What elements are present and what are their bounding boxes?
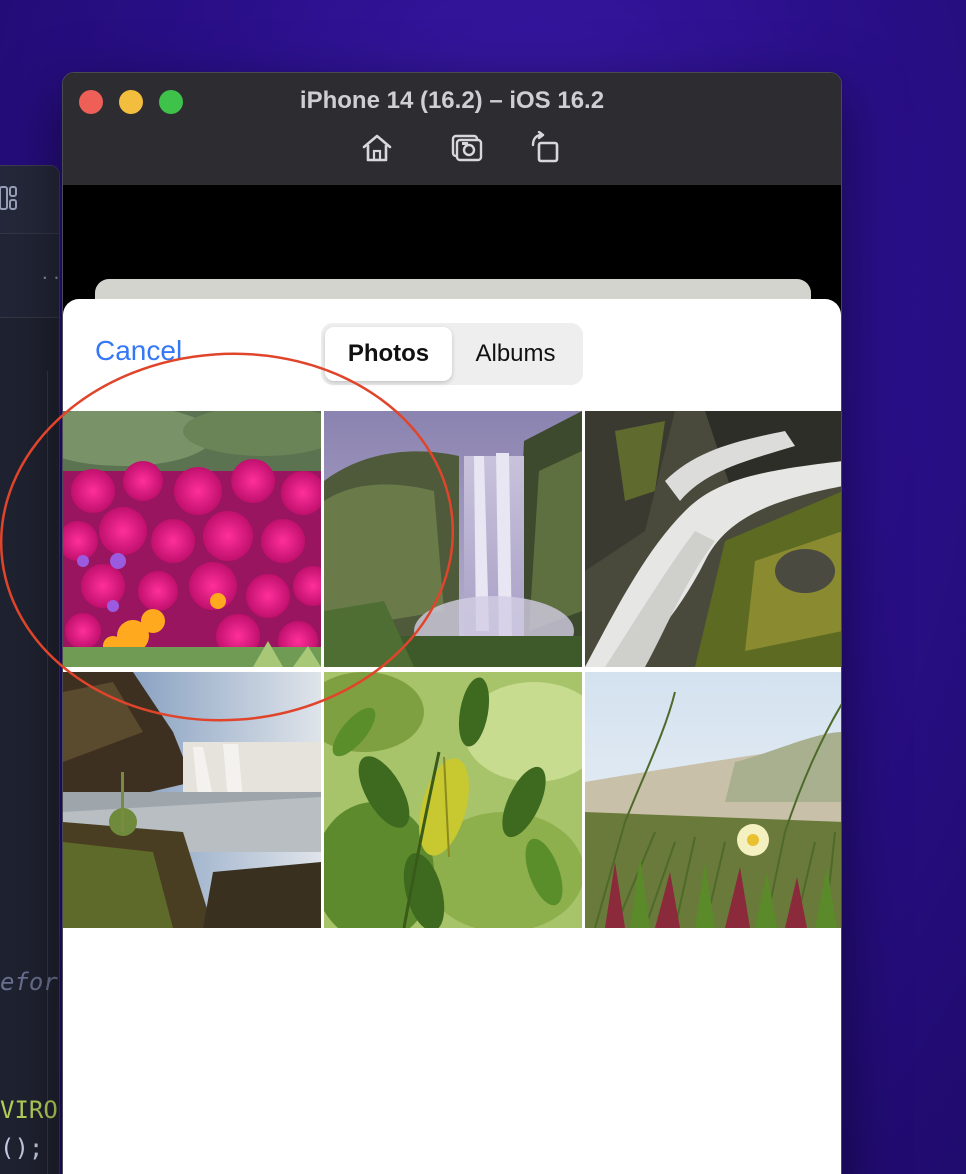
segment-albums[interactable]: Albums bbox=[452, 327, 579, 381]
code-line-call: (); bbox=[0, 1134, 44, 1162]
segment-photos[interactable]: Photos bbox=[325, 327, 452, 381]
editor-more-dots[interactable]: .. bbox=[40, 264, 63, 283]
simulator-window: iPhone 14 (16.2) – iOS 16.2 Cancel Photo… bbox=[62, 72, 842, 1174]
waterfall-cliff-photo[interactable] bbox=[324, 411, 582, 667]
cancel-button[interactable]: Cancel bbox=[95, 335, 182, 367]
photos-albums-segmented-control: Photos Albums bbox=[321, 323, 583, 385]
code-line-constant: VIRO bbox=[0, 1096, 58, 1124]
waterfall-rocks-photo[interactable] bbox=[585, 411, 841, 667]
editor-toolbar bbox=[0, 166, 59, 234]
green-leaves-photo[interactable] bbox=[324, 672, 582, 928]
photo-picker-sheet: Cancel Photos Albums bbox=[63, 299, 841, 1174]
background-code-editor bbox=[0, 165, 60, 1174]
screenshot-icon[interactable] bbox=[450, 131, 484, 165]
waterfall-river-photo[interactable] bbox=[63, 672, 321, 928]
rotate-icon[interactable] bbox=[529, 131, 563, 165]
editor-gutter bbox=[47, 371, 59, 1174]
beach-plants-photo[interactable] bbox=[585, 672, 841, 928]
ios-screen: Cancel Photos Albums bbox=[63, 185, 841, 1174]
code-line-comment: efor bbox=[0, 968, 58, 996]
simulator-titlebar: iPhone 14 (16.2) – iOS 16.2 bbox=[63, 73, 841, 185]
window-title: iPhone 14 (16.2) – iOS 16.2 bbox=[299, 87, 605, 114]
home-icon[interactable] bbox=[360, 131, 394, 165]
layout-icon[interactable] bbox=[0, 186, 17, 210]
pink-flowers-photo[interactable] bbox=[63, 411, 321, 667]
